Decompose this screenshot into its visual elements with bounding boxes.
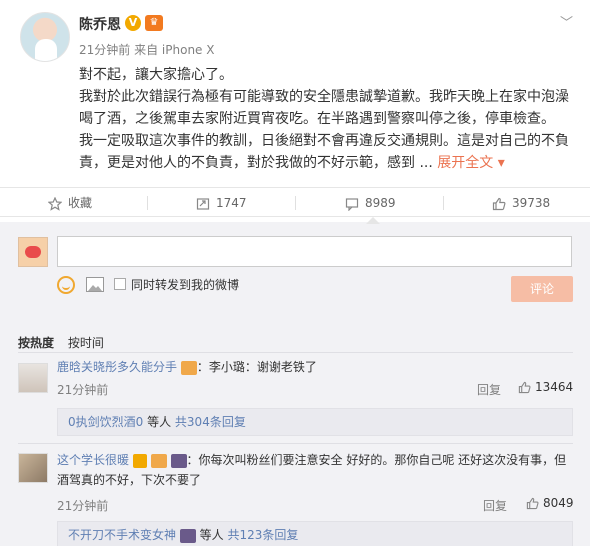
comment-text: ：你每次叫粉丝们要注意安全 好好的。那你自己呢 还好这次没有事，但 bbox=[186, 453, 567, 467]
post-line-5-text: 責，更是对他人的不負責，對於我做的不好示範，感到 ... bbox=[79, 155, 433, 171]
comment-text: ：李小璐：谢谢老铁了 bbox=[196, 360, 317, 374]
sort-tabs: 按热度 按时间 bbox=[18, 334, 114, 351]
comment-button[interactable]: 8989 bbox=[345, 188, 396, 218]
emoji-icon[interactable] bbox=[57, 276, 75, 294]
view-replies-link[interactable]: 共304条回复 bbox=[175, 415, 246, 429]
verified-icon: V bbox=[125, 15, 141, 31]
sub-reply-user[interactable]: 不开刀不手术变女神 bbox=[68, 528, 176, 542]
thumbs-up-icon bbox=[492, 197, 506, 210]
comment-avatar[interactable] bbox=[18, 363, 48, 393]
divider bbox=[18, 443, 573, 444]
comment-text-line-2: 酒驾真的不好，下次不要了 bbox=[57, 473, 202, 487]
forward-label: 同时转发到我的微博 bbox=[131, 278, 240, 292]
author-name[interactable]: 陈乔恩 bbox=[79, 14, 121, 34]
comment-input[interactable] bbox=[57, 236, 572, 267]
thumbs-up-icon bbox=[526, 497, 539, 510]
repost-icon bbox=[196, 197, 210, 210]
post-line-4: 我一定吸取這次事件的教訓，日後絕對不會再違反交通規則。這是对自己的不負 bbox=[79, 133, 569, 149]
comment-time: 21分钟前 bbox=[57, 499, 109, 513]
post-line-3: 喝了酒，之後駕車去家附近買宵夜吃。在半路遇到警察叫停之後，停車檢查。 bbox=[79, 111, 555, 127]
view-replies-link[interactable]: 共123条回复 bbox=[227, 528, 298, 542]
comment-time: 21分钟前 bbox=[57, 383, 109, 397]
post-meta: 21分钟前 来自 iPhone X bbox=[79, 41, 214, 58]
post-line-2: 我對於此次錯誤行為極有可能導致的安全隱患誠摯道歉。我昨天晚上在家中泡澡 bbox=[79, 89, 569, 105]
author-avatar[interactable] bbox=[20, 12, 70, 62]
submit-comment-button[interactable]: 评论 bbox=[511, 276, 573, 302]
sub-reply-user[interactable]: 0执剑饮烈酒0 bbox=[68, 415, 143, 429]
verified-icon bbox=[132, 453, 147, 468]
thumbs-up-icon bbox=[518, 381, 531, 394]
tab-by-time[interactable]: 按时间 bbox=[68, 336, 104, 350]
tab-by-hotness[interactable]: 按热度 bbox=[18, 336, 54, 350]
comment-1: 鹿晗关晓彤多久能分手 ：李小璐：谢谢老铁了 bbox=[57, 357, 317, 377]
member-icon bbox=[150, 453, 167, 468]
comment-like-button[interactable]: 8049 bbox=[526, 496, 574, 510]
comment-avatar[interactable] bbox=[18, 453, 48, 483]
post-source: 来自 iPhone X bbox=[134, 43, 215, 57]
sub-reply-text: 等人 bbox=[143, 415, 175, 429]
sub-replies[interactable]: 不开刀不手术变女神 等人 共123条回复 bbox=[57, 521, 573, 546]
reply-button[interactable]: 回复 bbox=[477, 381, 501, 398]
panel-pointer bbox=[366, 217, 380, 224]
post-line-5: 責，更是对他人的不負責，對於我做的不好示範，感到 ... 展开全文 ▾ bbox=[79, 152, 505, 174]
comment-user[interactable]: 这个学长很暖 bbox=[57, 453, 129, 467]
sub-replies[interactable]: 0执剑饮烈酒0 等人 共304条回复 bbox=[57, 408, 573, 436]
star-icon bbox=[48, 196, 62, 211]
divider bbox=[18, 352, 573, 353]
forward-checkbox[interactable] bbox=[114, 278, 126, 290]
repost-button[interactable]: 1747 bbox=[196, 188, 247, 218]
expand-full-text-link[interactable]: 展开全文 ▾ bbox=[437, 155, 504, 171]
post-time[interactable]: 21分钟前 bbox=[79, 43, 130, 57]
comment-icon bbox=[345, 197, 359, 211]
badge-icon bbox=[170, 453, 187, 468]
sub-reply-text: 等人 bbox=[195, 528, 228, 542]
comment-user[interactable]: 鹿晗关晓彤多久能分手 bbox=[57, 360, 177, 374]
like-button[interactable]: 39738 bbox=[492, 188, 550, 218]
my-avatar bbox=[18, 237, 48, 267]
badge-icon bbox=[179, 528, 196, 543]
comment-2: 这个学长很暖 ：你每次叫粉丝们要注意安全 好好的。那你自己呢 还好这次没有事，但 bbox=[57, 450, 566, 470]
comment-like-button[interactable]: 13464 bbox=[518, 380, 573, 394]
image-icon[interactable] bbox=[86, 277, 104, 292]
favorite-button[interactable]: 收藏 bbox=[48, 188, 92, 218]
reply-button[interactable]: 回复 bbox=[483, 497, 507, 514]
chevron-down-icon[interactable]: ﹀ bbox=[560, 12, 573, 31]
post-line-1: 對不起，讓大家擔心了。 bbox=[79, 67, 233, 83]
action-bar: 收藏 1747 8989 39738 bbox=[0, 187, 590, 217]
member-icon bbox=[180, 360, 197, 375]
member-crown-icon: ♛ bbox=[145, 15, 163, 31]
